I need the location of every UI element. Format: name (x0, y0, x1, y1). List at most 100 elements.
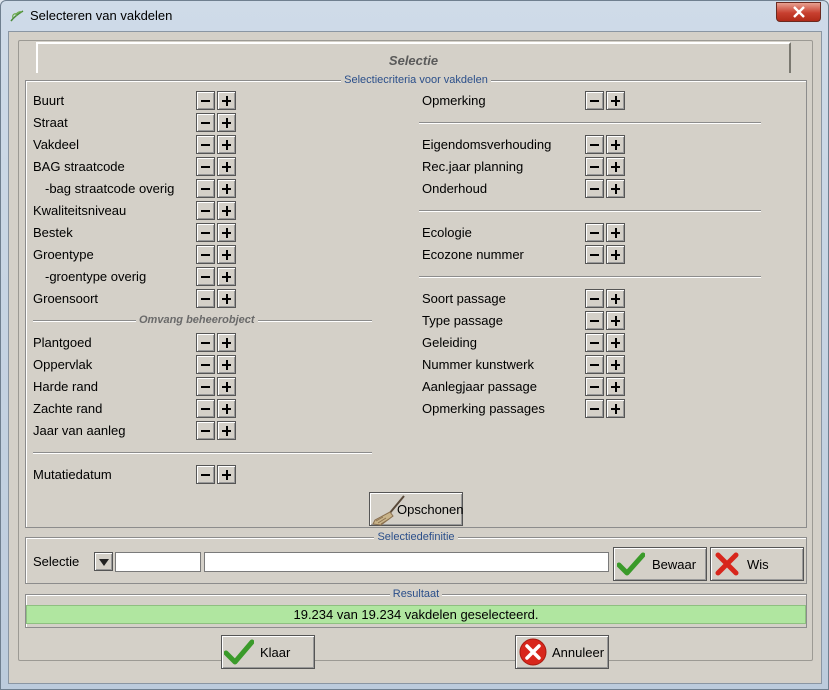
exclude-minus-button[interactable] (585, 245, 604, 264)
exclude-minus-button[interactable] (585, 157, 604, 176)
include-plus-button[interactable] (606, 135, 625, 154)
include-plus-button[interactable] (606, 91, 625, 110)
include-plus-button[interactable] (606, 289, 625, 308)
klaar-label: Klaar (260, 645, 291, 660)
right-separator-1 (419, 122, 761, 124)
checkmark-icon (617, 552, 645, 576)
criterion-label: Aanlegjaar passage (422, 379, 537, 394)
criterion-label: Type passage (422, 313, 503, 328)
criterion-label: Mutatiedatum (33, 467, 112, 482)
exclude-minus-button[interactable] (585, 333, 604, 352)
selectie-code-input[interactable] (115, 552, 201, 572)
exclude-minus-button[interactable] (585, 355, 604, 374)
result-status-text: 19.234 van 19.234 vakdelen geselecteerd. (26, 605, 806, 624)
exclude-minus-button[interactable] (196, 465, 215, 484)
exclude-minus-button[interactable] (196, 113, 215, 132)
criterion-label: Geleiding (422, 335, 477, 350)
criteria-legend: Selectiecriteria voor vakdelen (26, 73, 806, 87)
include-plus-button[interactable] (217, 267, 236, 286)
criterion-row-ecologie: Ecologie (26, 223, 786, 243)
criterion-label: Kwaliteitsniveau (33, 203, 127, 218)
selectie-label: Selectie (33, 554, 80, 569)
include-plus-button[interactable] (606, 355, 625, 374)
criterion-label: Ecozone nummer (422, 247, 524, 262)
include-plus-button[interactable] (606, 245, 625, 264)
opschonen-button[interactable]: Opschonen (369, 492, 464, 526)
exclude-minus-button[interactable] (196, 201, 215, 220)
include-plus-button[interactable] (606, 223, 625, 242)
criteria-group: Selectiecriteria voor vakdelen Buurt Stra… (25, 74, 807, 528)
right-separator-2 (419, 210, 761, 212)
resultaat-group: Resultaat 19.234 van 19.234 vakdelen ges… (25, 588, 807, 628)
exclude-minus-button[interactable] (585, 399, 604, 418)
klaar-button[interactable]: Klaar (221, 635, 315, 669)
exclude-minus-button[interactable] (196, 421, 215, 440)
resultaat-legend: Resultaat (26, 587, 806, 601)
criterion-label: -groentype overig (45, 269, 147, 284)
checkmark-icon (224, 639, 254, 665)
include-plus-button[interactable] (217, 421, 236, 440)
annuleer-button[interactable]: Annuleer (515, 635, 609, 669)
exclude-minus-button[interactable] (196, 267, 215, 286)
criterion-row-ecozone-nummer: Ecozone nummer (26, 245, 786, 265)
criterion-label: Straat (33, 115, 68, 130)
criterion-label: Ecologie (422, 225, 472, 240)
exclude-minus-button[interactable] (585, 377, 604, 396)
close-icon (793, 6, 805, 18)
tab-label: Selectie (388, 53, 439, 68)
include-plus-button[interactable] (217, 201, 236, 220)
tab-selectie[interactable]: Selectie (36, 42, 791, 73)
bewaar-button[interactable]: Bewaar (613, 547, 707, 581)
criterion-row-nummer-kunstwerk: Nummer kunstwerk (26, 355, 786, 375)
criterion-row-geleiding: Geleiding (26, 333, 786, 353)
definitie-legend: Selectiedefinitie (26, 530, 806, 544)
exclude-minus-button[interactable] (585, 311, 604, 330)
definitie-group: Selectiedefinitie Selectie Bewaar Wis (25, 531, 807, 584)
criterion-row-onderhoud: Onderhoud (26, 179, 786, 199)
wis-button[interactable]: Wis (710, 547, 804, 581)
criterion-label: Soort passage (422, 291, 506, 306)
red-cross-icon (715, 552, 739, 576)
window-close-button[interactable] (776, 2, 821, 22)
exclude-minus-button[interactable] (585, 135, 604, 154)
exclude-minus-button[interactable] (585, 289, 604, 308)
criterion-row-rec-jaar-planning: Rec.jaar planning (26, 157, 786, 177)
include-plus-button[interactable] (606, 179, 625, 198)
selectie-dropdown-button[interactable] (94, 552, 113, 571)
dialog-window: Selecteren van vakdelen Selectie Selecti… (0, 0, 829, 690)
cancel-circle-icon (519, 638, 547, 666)
include-plus-button[interactable] (606, 399, 625, 418)
left-separator-2 (33, 452, 372, 454)
criterion-row-eigendomsverhouding: Eigendomsverhouding (26, 135, 786, 155)
criterion-row-jaar-van-aanleg: Jaar van aanleg (26, 421, 786, 441)
include-plus-button[interactable] (606, 333, 625, 352)
exclude-minus-button[interactable] (585, 223, 604, 242)
dialog-client: Selectie Selectiecriteria voor vakdelen … (8, 31, 822, 684)
criterion-row-aanlegjaar-passage: Aanlegjaar passage (26, 377, 786, 397)
exclude-minus-button[interactable] (585, 91, 604, 110)
include-plus-button[interactable] (606, 377, 625, 396)
include-plus-button[interactable] (217, 465, 236, 484)
wis-label: Wis (747, 557, 769, 572)
criterion-label: Opmerking passages (422, 401, 545, 416)
criterion-row-soort-passage: Soort passage (26, 289, 786, 309)
criterion-label: Eigendomsverhouding (422, 137, 552, 152)
opschonen-label: Opschonen (397, 502, 464, 517)
window-title: Selecteren van vakdelen (30, 8, 173, 23)
include-plus-button[interactable] (217, 113, 236, 132)
criterion-label: Onderhoud (422, 181, 488, 196)
criterion-label: Jaar van aanleg (33, 423, 126, 438)
exclude-minus-button[interactable] (585, 179, 604, 198)
criterion-row-opmerking: Opmerking (26, 91, 786, 111)
include-plus-button[interactable] (606, 311, 625, 330)
criterion-row-mutatiedatum: Mutatiedatum (26, 465, 786, 485)
selectie-name-input[interactable] (204, 552, 609, 572)
criterion-label: Nummer kunstwerk (422, 357, 534, 372)
title-bar[interactable]: Selecteren van vakdelen (1, 1, 828, 31)
include-plus-button[interactable] (606, 157, 625, 176)
criterion-row-type-passage: Type passage (26, 311, 786, 331)
right-separator-3 (419, 276, 761, 278)
app-leaf-icon (10, 10, 24, 22)
criterion-label: Opmerking (422, 93, 486, 108)
criterion-label: Rec.jaar planning (422, 159, 524, 174)
